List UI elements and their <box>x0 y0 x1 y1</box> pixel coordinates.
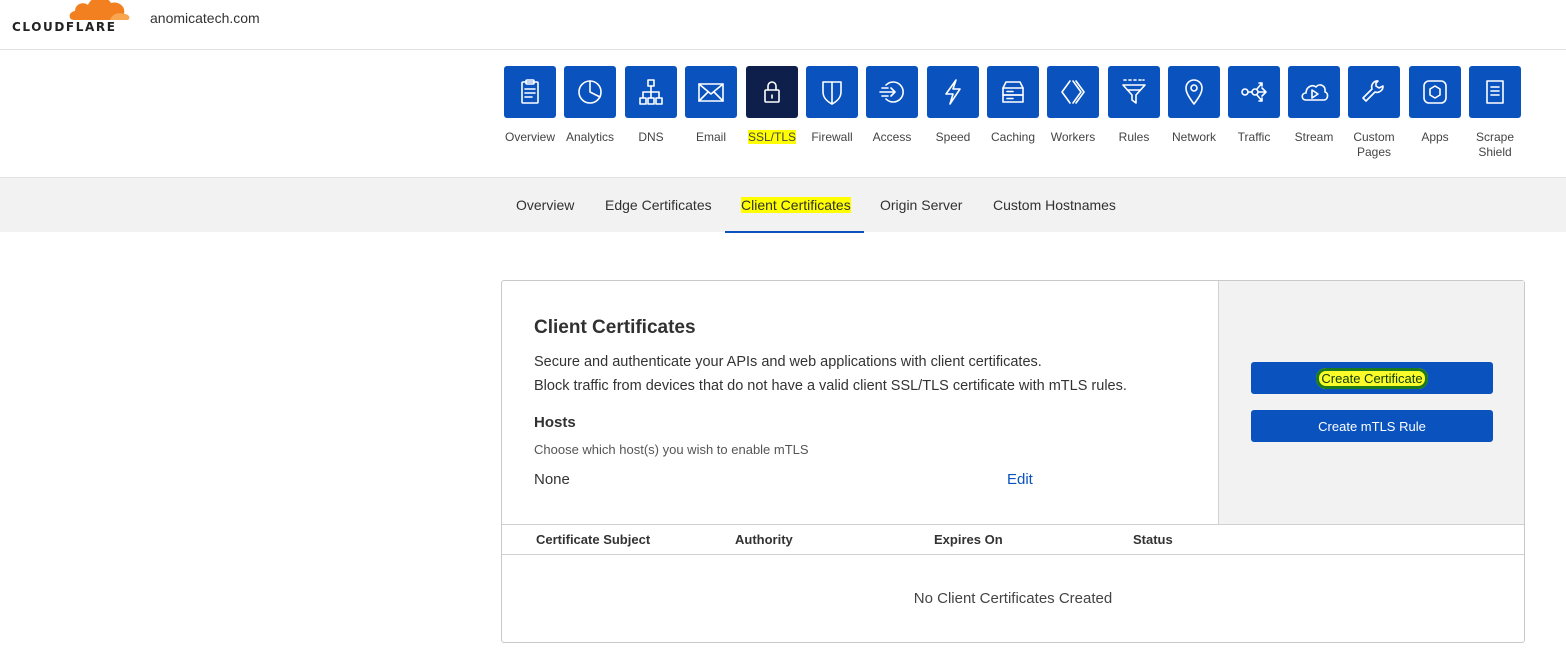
sitemap-icon <box>639 79 663 105</box>
nav-label: Analytics <box>565 130 615 144</box>
table-empty-message: No Client Certificates Created <box>913 590 1113 607</box>
ssl-subnav: Overview Edge Certificates Client Certif… <box>0 177 1566 233</box>
card-actions: Create Certificate Create mTLS Rule <box>1218 281 1524 524</box>
nav-label: Apps <box>1421 130 1449 144</box>
top-bar: CLOUDFLARE anomicatech.com <box>0 0 1566 50</box>
card-desc-line-1: Secure and authenticate your APIs and we… <box>534 354 1042 370</box>
clipboard-icon <box>521 79 539 104</box>
cloud-logo-icon <box>66 0 132 22</box>
certificates-table-header: Certificate Subject Authority Expires On… <box>502 524 1524 555</box>
nav-label: Speed <box>935 130 971 144</box>
nav-item-dns[interactable]: DNS <box>621 66 681 145</box>
card-info: Client Certificates Secure and authentic… <box>502 281 1218 524</box>
nav-label: Caching <box>990 130 1036 144</box>
nav-label: Stream <box>1294 130 1334 144</box>
nav-item-apps[interactable]: Apps <box>1405 66 1465 145</box>
column-header-certificate-subject[interactable]: Certificate Subject <box>536 525 650 555</box>
nav-item-analytics[interactable]: Analytics <box>560 66 620 145</box>
location-pin-icon <box>1185 79 1203 105</box>
product-nav: Overview Analytics DNS Email SSL/TLS Fir… <box>504 66 1544 166</box>
logo-text: CLOUDFLARE <box>12 20 117 34</box>
create-certificate-button[interactable]: Create Certificate <box>1251 362 1493 394</box>
nav-label: Firewall <box>811 130 853 144</box>
nav-item-workers[interactable]: Workers <box>1043 66 1103 145</box>
nav-item-overview[interactable]: Overview <box>500 66 560 145</box>
nav-item-ssl-tls[interactable]: SSL/TLS <box>742 66 802 145</box>
tab-client-certificates[interactable]: Client Certificates <box>725 178 864 233</box>
nav-item-rules[interactable]: Rules <box>1104 66 1164 145</box>
nav-label: Rules <box>1118 130 1150 144</box>
lock-icon <box>764 81 780 103</box>
nav-item-custom-pages[interactable]: Custom Pages <box>1344 66 1404 160</box>
nav-label: Workers <box>1050 130 1096 144</box>
column-header-status[interactable]: Status <box>1133 525 1173 555</box>
server-icon <box>1002 81 1024 103</box>
column-header-expires-on[interactable]: Expires On <box>934 525 1003 555</box>
hosts-title: Hosts <box>534 414 576 431</box>
hexagon-icon <box>1423 80 1447 104</box>
nav-label: Overview <box>504 130 555 144</box>
nav-label: DNS <box>638 130 664 144</box>
cloudflare-logo[interactable]: CLOUDFLARE <box>12 0 132 40</box>
shield-icon <box>822 81 842 105</box>
nav-item-speed[interactable]: Speed <box>923 66 983 145</box>
card-description: Secure and authenticate your APIs and we… <box>534 350 1127 398</box>
nav-item-caching[interactable]: Caching <box>983 66 1043 145</box>
document-icon <box>1486 80 1504 104</box>
edit-hosts-link[interactable]: Edit <box>1007 471 1033 488</box>
nav-label: Traffic <box>1237 130 1271 144</box>
hosts-subtitle: Choose which host(s) you wish to enable … <box>534 442 809 457</box>
nav-item-email[interactable]: Email <box>681 66 741 145</box>
column-header-authority[interactable]: Authority <box>735 525 793 555</box>
tab-overview[interactable]: Overview <box>500 178 590 233</box>
nav-item-access[interactable]: Access <box>862 66 922 145</box>
card-desc-line-2: Block traffic from devices that do not h… <box>534 378 1127 394</box>
nav-item-traffic[interactable]: Traffic <box>1224 66 1284 145</box>
nav-item-stream[interactable]: Stream <box>1284 66 1344 145</box>
nav-label: Email <box>695 130 726 144</box>
create-mtls-rule-button[interactable]: Create mTLS Rule <box>1251 410 1493 442</box>
nav-label: Scrape Shield <box>1475 130 1515 159</box>
card-title: Client Certificates <box>534 317 696 338</box>
tab-custom-hostnames[interactable]: Custom Hostnames <box>977 178 1132 233</box>
tab-edge-certificates[interactable]: Edge Certificates <box>589 178 728 233</box>
lightning-icon <box>945 79 961 105</box>
domain-name[interactable]: anomicatech.com <box>150 10 260 26</box>
access-icon <box>879 81 904 103</box>
pie-chart-icon <box>578 80 602 104</box>
nav-label: Access <box>872 130 912 144</box>
client-certificates-card: Client Certificates Secure and authentic… <box>501 280 1525 643</box>
nav-item-firewall[interactable]: Firewall <box>802 66 862 145</box>
nav-label: SSL/TLS <box>747 130 797 144</box>
create-certificate-label: Create Certificate <box>1316 367 1428 389</box>
envelope-icon <box>698 83 724 102</box>
nav-label: Network <box>1171 130 1216 144</box>
nav-item-network[interactable]: Network <box>1164 66 1224 145</box>
tab-origin-server[interactable]: Origin Server <box>864 178 978 233</box>
nav-label: Custom Pages <box>1353 130 1395 159</box>
hosts-value: None <box>534 471 570 488</box>
wrench-icon <box>1362 80 1384 102</box>
nav-item-scrape-shield[interactable]: Scrape Shield <box>1465 66 1525 160</box>
filter-icon <box>1122 79 1146 104</box>
cloud-play-icon <box>1301 84 1329 101</box>
code-brackets-icon <box>1061 80 1085 104</box>
share-nodes-icon <box>1241 82 1267 102</box>
tab-client-certificates-label: Client Certificates <box>741 197 851 213</box>
